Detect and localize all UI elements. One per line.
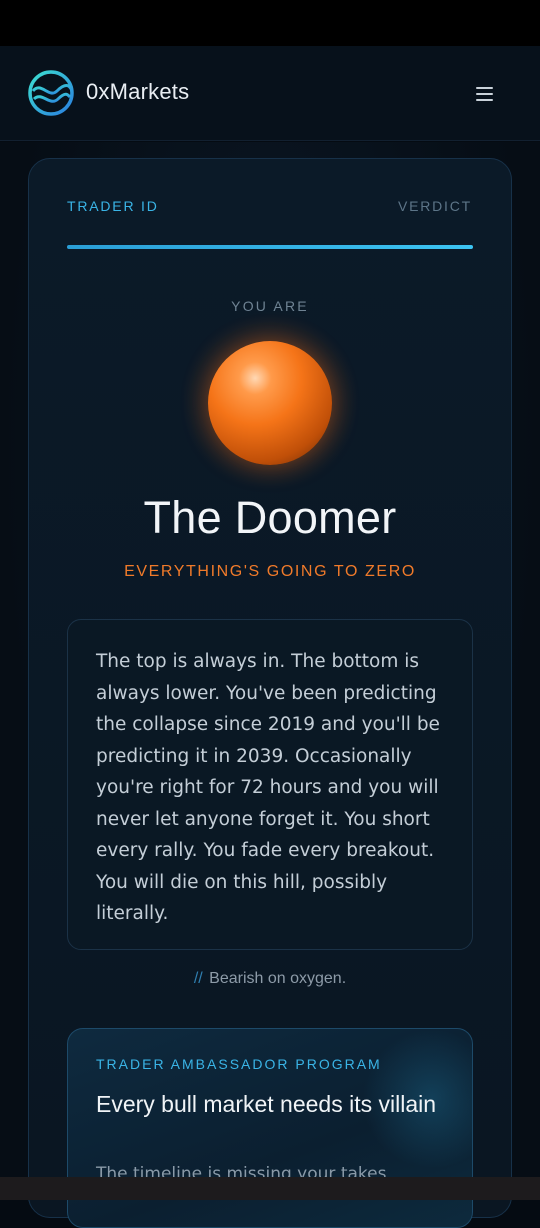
logo-icon[interactable] <box>27 69 75 117</box>
top-nav: 0xMarkets <box>0 46 540 141</box>
step-progress-fill <box>67 245 473 249</box>
status-bar <box>0 0 540 46</box>
tagline-slash: // <box>193 970 203 987</box>
tab-trader-id[interactable]: TRADER ID <box>67 198 159 214</box>
tab-verdict[interactable]: VERDICT <box>398 198 472 214</box>
result-title: The Doomer <box>143 492 397 543</box>
result-subtitle: EVERYTHING'S GOING TO ZERO <box>124 563 416 580</box>
system-nav-bar <box>0 1177 540 1200</box>
hamburger-menu-icon[interactable] <box>474 83 496 105</box>
promo-label: TRADER AMBASSADOR PROGRAM <box>96 1056 382 1072</box>
tagline-text: Bearish on oxygen. <box>209 970 347 987</box>
result-tagline: // Bearish on oxygen. <box>0 970 540 988</box>
orange-sphere-icon <box>208 341 332 465</box>
step-progress-bar <box>67 245 473 249</box>
result-description: The top is always in. The bottom is alwa… <box>96 651 440 924</box>
brand-name[interactable]: 0xMarkets <box>86 79 189 105</box>
promo-title: Every bull market needs its villain <box>96 1091 437 1117</box>
